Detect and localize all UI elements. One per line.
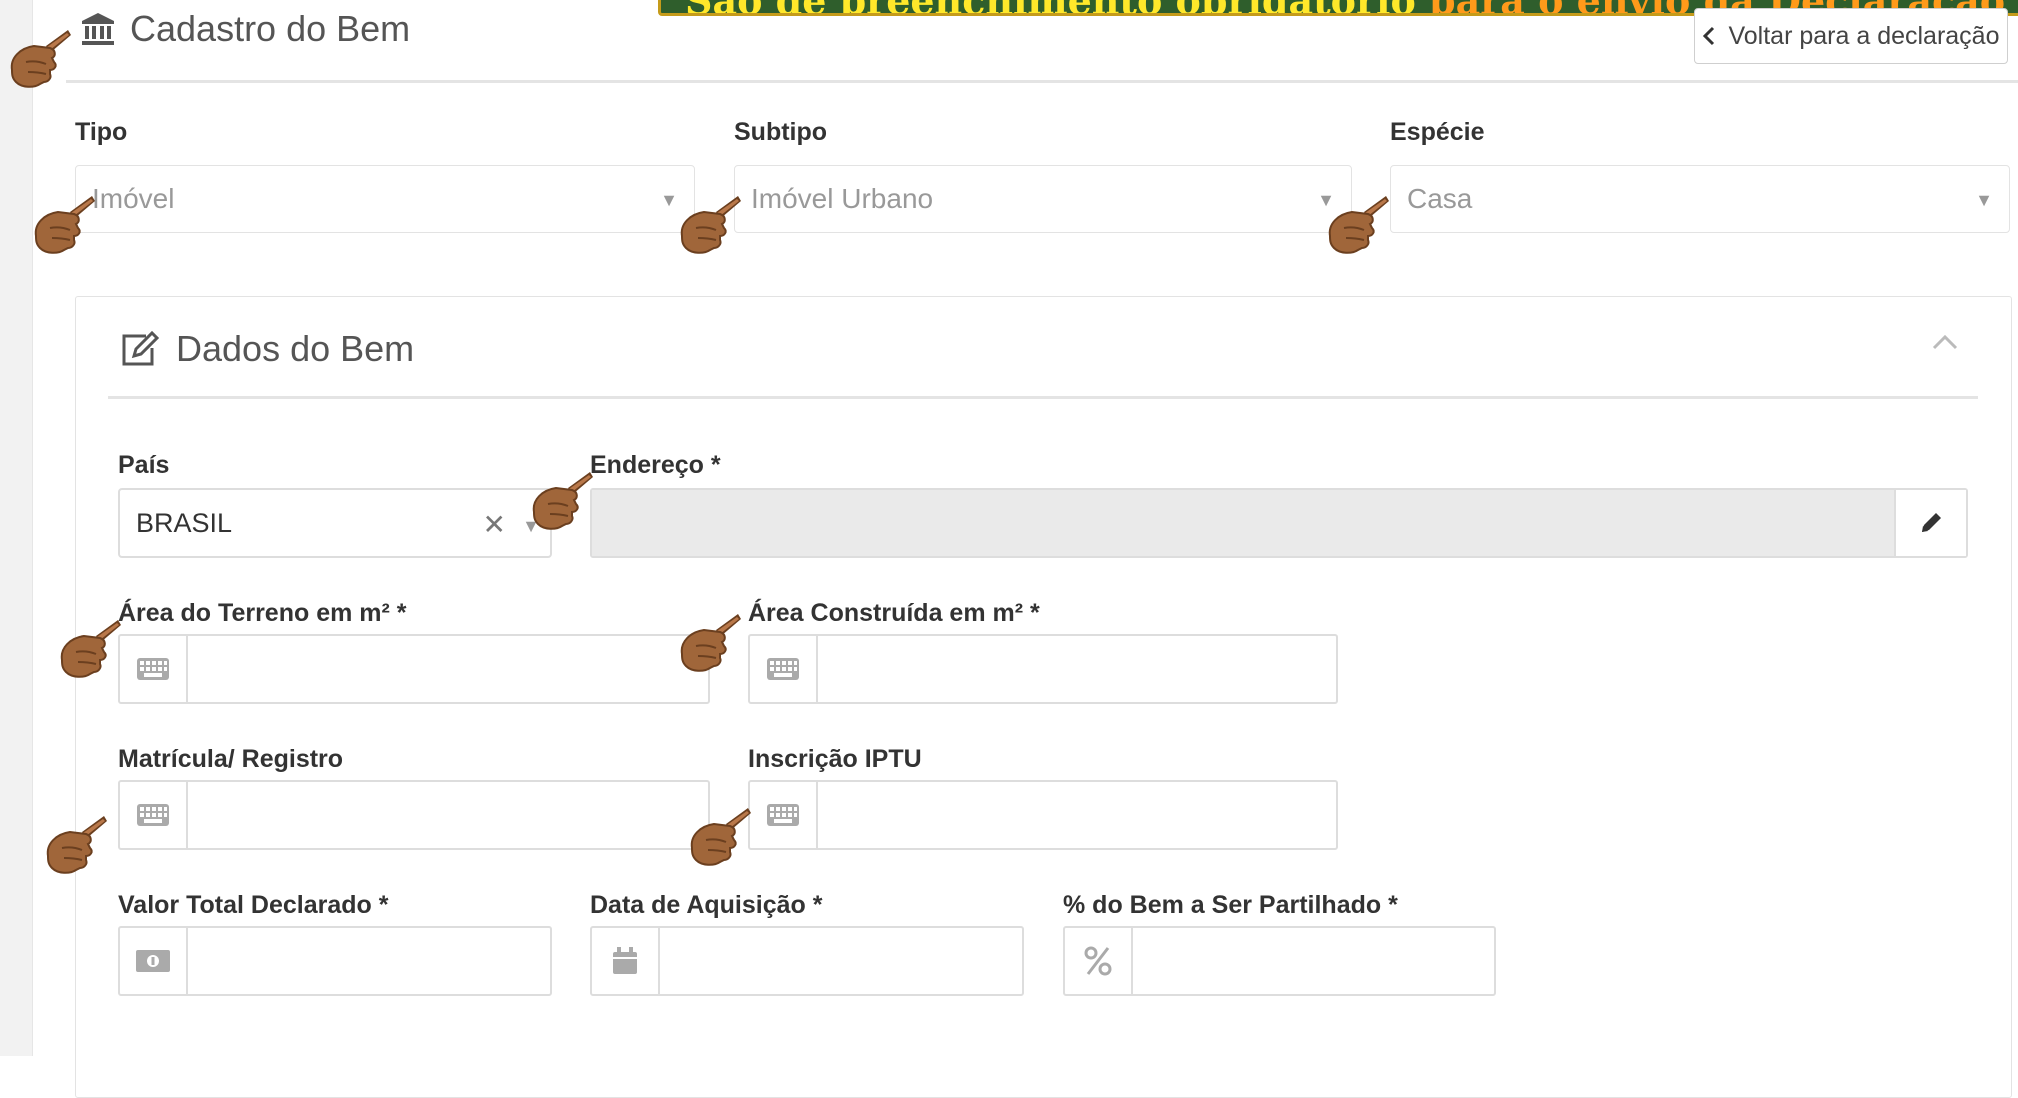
tipo-label: Tipo — [75, 118, 128, 146]
edit-icon — [122, 330, 160, 366]
endereco-input[interactable] — [592, 490, 1894, 556]
pais-label: País — [118, 451, 170, 479]
pointing-hand-icon — [6, 26, 72, 92]
endereco-field — [590, 488, 1968, 558]
subtipo-selected-value: Imóvel Urbano — [751, 183, 934, 214]
back-button-label: Voltar para a declaração — [1728, 21, 2000, 50]
subtipo-label: Subtipo — [734, 118, 828, 146]
area-construida-field — [748, 634, 1338, 704]
especie-selected-value: Casa — [1407, 183, 1473, 214]
iptu-label: Inscrição IPTU — [748, 745, 922, 773]
percentual-field — [1063, 926, 1496, 996]
valor-input[interactable] — [188, 928, 550, 994]
header-divider — [66, 80, 2018, 83]
keyboard-icon — [750, 636, 818, 702]
pointing-hand-icon — [676, 192, 742, 258]
edit-address-button[interactable] — [1894, 490, 1966, 556]
back-to-declaration-button[interactable]: Voltar para a declaração — [1694, 8, 2008, 64]
valor-label: Valor Total Declarado * — [118, 891, 389, 919]
percentual-input[interactable] — [1133, 928, 1494, 994]
pointing-hand-icon — [1324, 192, 1390, 258]
data-aquisicao-label: Data de Aquisição * — [590, 891, 823, 919]
keyboard-icon — [750, 782, 818, 848]
calendar-icon[interactable] — [592, 928, 660, 994]
area-terreno-input[interactable] — [188, 636, 708, 702]
area-terreno-label: Área do Terreno em m² * — [118, 599, 407, 627]
keyboard-icon — [120, 636, 188, 702]
page-title: Cadastro do Bem — [130, 8, 411, 49]
bank-icon — [82, 13, 114, 45]
iptu-field — [748, 780, 1338, 850]
keyboard-icon — [120, 782, 188, 848]
pointing-hand-icon — [56, 616, 122, 682]
pointing-hand-icon — [42, 812, 108, 878]
pointing-hand-icon — [686, 804, 752, 870]
percentual-label: % do Bem a Ser Partilhado * — [1063, 891, 1398, 919]
percent-icon — [1065, 928, 1133, 994]
valor-field — [118, 926, 552, 996]
especie-select[interactable]: Casa ▼ — [1390, 165, 2010, 233]
pointing-hand-icon — [528, 468, 594, 534]
panel-divider — [108, 396, 1978, 399]
panel-header: Dados do Bem — [120, 328, 414, 370]
matricula-input[interactable] — [188, 782, 708, 848]
matricula-field — [118, 780, 710, 850]
especie-label: Espécie — [1390, 118, 1485, 146]
tipo-selected-value: Imóvel — [92, 183, 175, 214]
banner-text-yellow: São de preenchimento obrigatório — [685, 0, 1416, 13]
data-aquisicao-field — [590, 926, 1024, 996]
pais-select[interactable]: BRASIL ✕ ▼ — [118, 488, 552, 558]
pointing-hand-icon — [676, 610, 742, 676]
left-scroll-strip — [0, 0, 33, 1056]
chevron-up-icon — [1932, 334, 1958, 350]
page-header: Cadastro do Bem — [80, 8, 410, 50]
matricula-label: Matrícula/ Registro — [118, 745, 344, 773]
pointing-hand-icon — [30, 192, 96, 258]
iptu-input[interactable] — [818, 782, 1336, 848]
pencil-icon — [1922, 513, 1941, 532]
money-icon — [120, 928, 188, 994]
area-terreno-field — [118, 634, 710, 704]
area-construida-label: Área Construída em m² * — [748, 599, 1040, 627]
subtipo-select[interactable]: Imóvel Urbano ▼ — [734, 165, 1352, 233]
clear-icon[interactable]: ✕ — [483, 508, 506, 541]
chevron-left-icon — [1703, 26, 1715, 46]
caret-down-icon: ▼ — [1975, 190, 1993, 210]
collapse-panel-button[interactable] — [1932, 334, 1958, 355]
data-aquisicao-input[interactable] — [660, 928, 1022, 994]
endereco-label: Endereço * — [590, 451, 721, 479]
area-construida-input[interactable] — [818, 636, 1336, 702]
panel-title: Dados do Bem — [176, 328, 415, 369]
pais-selected-value: BRASIL — [136, 507, 233, 538]
tipo-select[interactable]: Imóvel ▼ — [75, 165, 695, 233]
